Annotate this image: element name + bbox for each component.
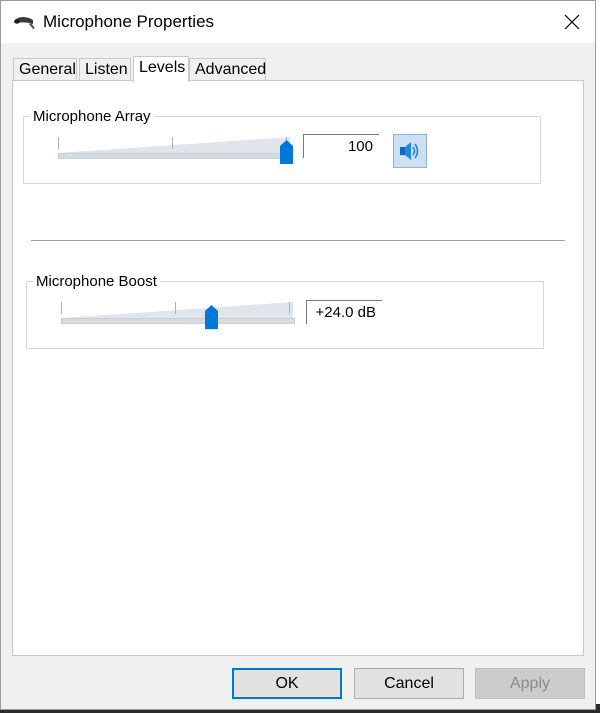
mute-toggle-button[interactable] (393, 134, 427, 168)
tab-levels[interactable]: Levels (133, 56, 189, 82)
apply-button[interactable]: Apply (475, 668, 585, 699)
slider-track (58, 153, 292, 159)
ok-button[interactable]: OK (232, 668, 342, 699)
window-title: Microphone Properties (43, 12, 215, 31)
microphone-array-value[interactable]: 100 (303, 134, 379, 158)
slider-tick (172, 137, 173, 149)
microphone-boost-slider[interactable] (61, 290, 301, 330)
slider-thumb[interactable] (280, 140, 293, 164)
microphone-properties-dialog: Microphone Properties General Listen Lev… (0, 0, 596, 710)
slider-tick (289, 302, 290, 314)
levels-panel: Microphone Array 100 Microphone Boost +2… (12, 80, 584, 656)
slider-track (61, 318, 295, 324)
microphone-array-group: Microphone Array 100 (23, 108, 541, 184)
microphone-boost-label: Microphone Boost (33, 273, 160, 290)
speaker-icon (400, 142, 419, 160)
close-button[interactable] (549, 1, 595, 43)
section-divider (31, 240, 565, 241)
slider-thumb[interactable] (205, 305, 219, 329)
microphone-boost-group: Microphone Boost +24.0 dB (26, 273, 544, 349)
cancel-button[interactable]: Cancel (354, 668, 464, 699)
microphone-boost-value[interactable]: +24.0 dB (306, 300, 382, 324)
tab-advanced[interactable]: Advanced (189, 58, 266, 80)
slider-tick (175, 302, 176, 314)
title-bar[interactable]: Microphone Properties (1, 1, 595, 43)
slider-ramp (58, 137, 290, 153)
microphone-icon (13, 11, 37, 33)
microphone-array-slider[interactable] (58, 125, 298, 165)
slider-tick (61, 302, 62, 314)
slider-ramp (61, 302, 293, 318)
slider-tick (58, 137, 59, 149)
tab-listen[interactable]: Listen (79, 58, 131, 80)
close-icon (564, 14, 580, 30)
tab-general[interactable]: General (13, 58, 77, 80)
microphone-array-label: Microphone Array (30, 108, 154, 125)
